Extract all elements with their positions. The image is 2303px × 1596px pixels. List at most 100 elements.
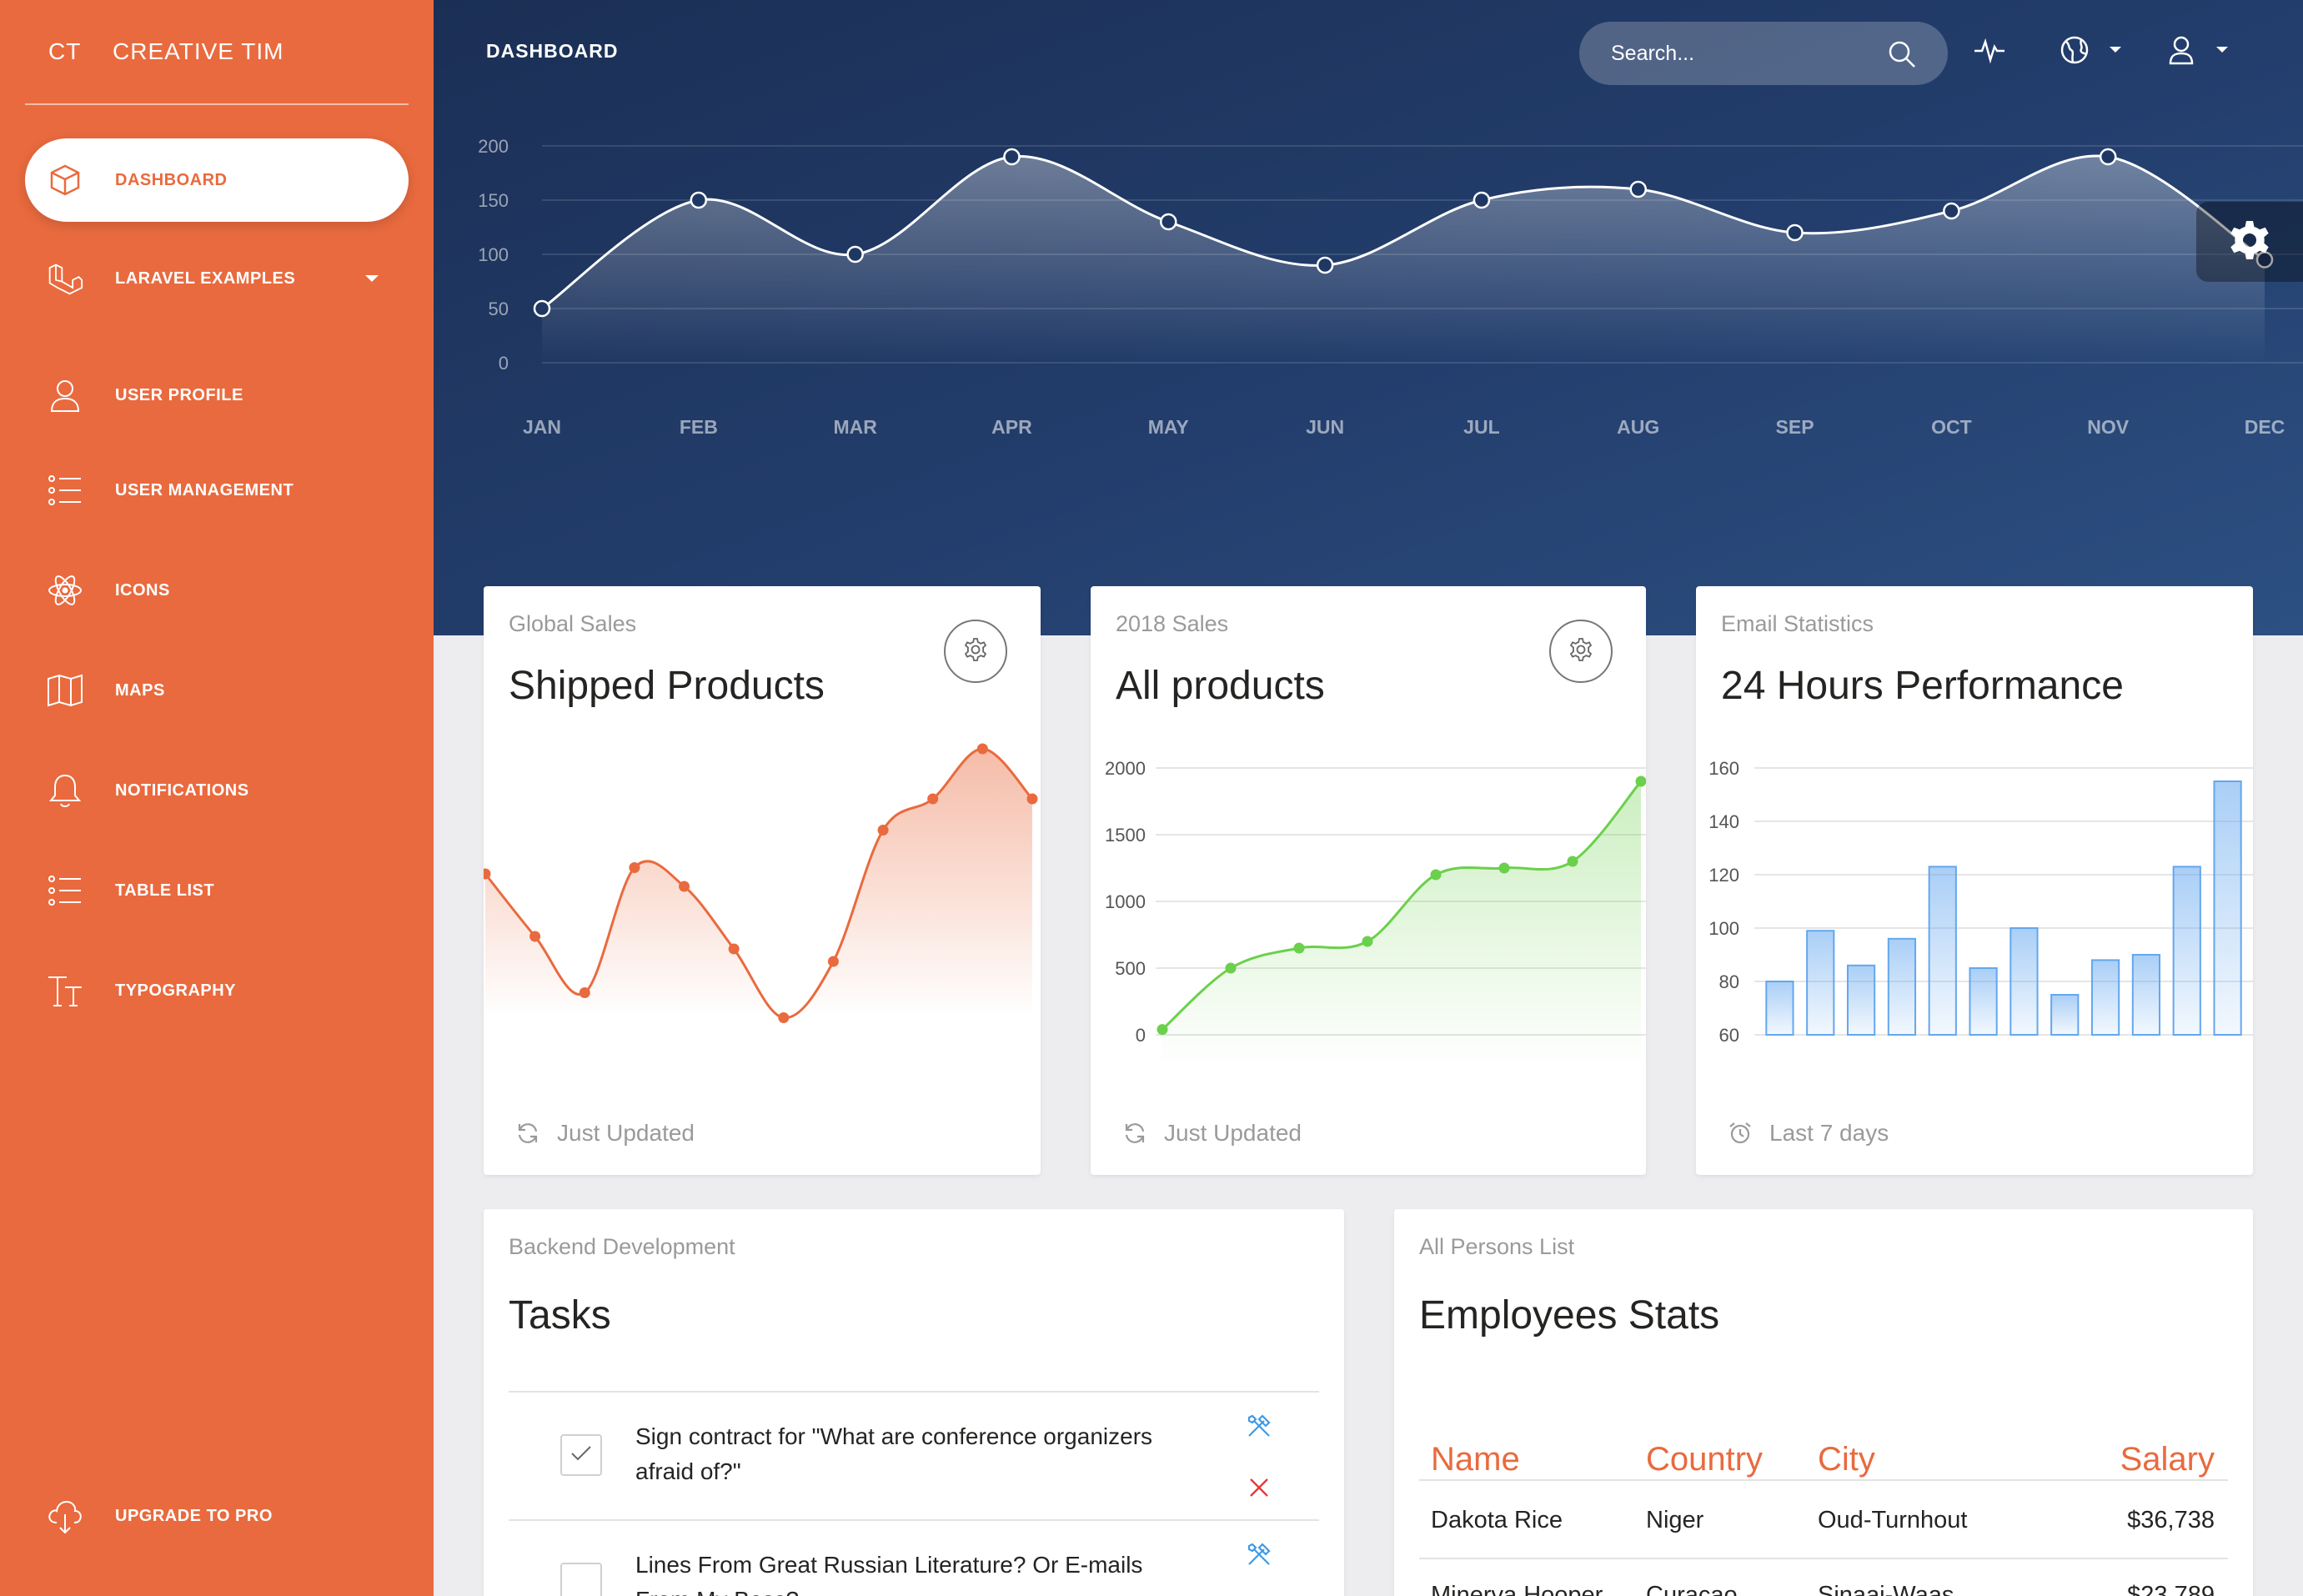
bar: [1765, 981, 1794, 1036]
card-title: All products: [1116, 664, 1325, 708]
sidebar-item-table-list[interactable]: TABLE LIST: [25, 849, 409, 932]
task-text: Sign contract for "What are conference o…: [635, 1423, 1153, 1484]
y-tick-label: 100: [1708, 918, 1739, 939]
globe-icon[interactable]: [2058, 33, 2091, 67]
sidebar-item-dashboard[interactable]: DASHBOARD: [25, 138, 409, 222]
user-icon: [47, 377, 83, 414]
chevron-down-icon[interactable]: [2216, 47, 2228, 53]
sidebar-item-label: DASHBOARD: [115, 170, 228, 189]
divider: [1419, 1479, 2228, 1481]
bar: [2009, 927, 2039, 1036]
card-settings-button[interactable]: [1549, 620, 1613, 683]
sidebar-item-label: TYPOGRAPHY: [115, 981, 237, 1000]
x-tick-label: SEP: [1776, 416, 1814, 438]
shipped-products-chart: [484, 743, 1038, 1023]
y-tick-label: 100: [478, 244, 509, 265]
divider: [1419, 1558, 2228, 1559]
data-point: [1225, 962, 1237, 974]
alarm-clock-icon: [1728, 1121, 1753, 1146]
divider: [509, 1519, 1319, 1521]
footer-text: Just Updated: [557, 1120, 695, 1146]
column-header[interactable]: Country: [1646, 1441, 1763, 1478]
data-point: [1362, 936, 1373, 947]
user-icon[interactable]: [2165, 33, 2198, 67]
data-point: [1567, 856, 1578, 867]
sidebar-item-notifications[interactable]: NOTIFICATIONS: [25, 749, 409, 832]
bell-icon: [47, 772, 83, 809]
x-tick-label: MAR: [833, 416, 877, 438]
y-tick-label: 60: [1719, 1025, 1739, 1046]
refresh-icon: [515, 1121, 540, 1146]
bar: [1846, 964, 1876, 1036]
edit-tools-icon[interactable]: [1244, 1411, 1274, 1441]
all-products-card: 2018 Sales All products 0 500 1000 1500 2000…: [1091, 586, 1646, 1175]
data-point: [1026, 793, 1038, 805]
area-fill: [485, 749, 1032, 1018]
sidebar-item-user-management[interactable]: USER MANAGEMENT: [25, 449, 409, 532]
y-tick-label: 0: [499, 353, 509, 374]
y-tick-label: 1500: [1105, 825, 1146, 846]
sidebar-item-icons[interactable]: ICONS: [25, 549, 409, 632]
brand-logo-mini[interactable]: CT: [48, 38, 81, 65]
search-input[interactable]: [1611, 38, 1878, 68]
area-fill: [1162, 781, 1641, 1068]
task-checkbox[interactable]: [560, 1434, 602, 1476]
table-cell: Dakota Rice: [1431, 1507, 1563, 1533]
card-settings-button[interactable]: [944, 620, 1007, 683]
bar: [2131, 954, 2161, 1036]
edit-tools-icon[interactable]: [1244, 1539, 1274, 1569]
task-checkbox[interactable]: [560, 1563, 602, 1596]
x-tick-label: DEC: [2245, 416, 2285, 438]
page-title[interactable]: DASHBOARD: [486, 40, 619, 63]
settings-toggle[interactable]: [2196, 202, 2303, 282]
column-header[interactable]: City: [1818, 1441, 1875, 1478]
y-tick-label: 80: [1719, 971, 1739, 992]
card-category: 2018 Sales: [1116, 611, 1229, 636]
data-point: [1943, 202, 1960, 220]
y-tick-label: 200: [478, 136, 509, 157]
close-icon[interactable]: [1244, 1473, 1274, 1503]
brand-name[interactable]: CREATIVE TIM: [113, 38, 283, 65]
data-point: [2099, 148, 2117, 166]
refresh-icon: [1122, 1121, 1147, 1146]
y-tick-label: 140: [1708, 811, 1739, 832]
data-point: [1316, 256, 1334, 274]
card-category: Backend Development: [509, 1234, 735, 1259]
employees-stats-card: All Persons List Employees Stats Name Co…: [1394, 1209, 2253, 1596]
y-tick-label: 1000: [1105, 891, 1146, 912]
activity-icon[interactable]: [1973, 33, 2006, 67]
gear-icon: [1568, 637, 1593, 666]
table-cell: $23,789: [2127, 1582, 2215, 1596]
upgrade-to-pro-button[interactable]: UPGRADE TO PRO: [25, 1474, 409, 1558]
data-point: [846, 245, 864, 263]
data-point: [690, 191, 708, 209]
data-point: [1157, 1024, 1168, 1036]
column-header[interactable]: Name: [1431, 1441, 1520, 1478]
sidebar-item-laravel-examples[interactable]: LARAVEL EXAMPLES: [25, 237, 409, 320]
data-point: [629, 862, 640, 873]
column-header[interactable]: Salary: [2120, 1441, 2215, 1478]
search-icon[interactable]: [1888, 40, 1916, 68]
y-tick-label: 0: [1136, 1025, 1146, 1046]
sidebar-item-typography[interactable]: TYPOGRAPHY: [25, 949, 409, 1032]
table-cell: Oud-Turnhout: [1818, 1507, 1968, 1533]
table-cell: Sinaai-Waas: [1818, 1582, 1954, 1596]
text-icon: [47, 972, 83, 1009]
sidebar-item-maps[interactable]: MAPS: [25, 649, 409, 732]
y-tick-label: 50: [489, 299, 509, 319]
search-bar: [1579, 22, 1948, 85]
card-title: 24 Hours Performance: [1721, 664, 2124, 708]
bar: [2090, 959, 2120, 1036]
email-statistics-chart: 60 80 100 120 140 160: [1708, 758, 2253, 1046]
card-footer: Last 7 days: [1728, 1120, 1889, 1147]
y-tick-label: 2000: [1105, 758, 1146, 779]
x-tick-label: APR: [991, 416, 1032, 438]
map-icon: [47, 672, 83, 709]
sidebar-item-user-profile[interactable]: USER PROFILE: [25, 354, 409, 437]
x-tick-label: JUN: [1306, 416, 1344, 438]
card-footer: Just Updated: [515, 1120, 695, 1147]
chevron-down-icon[interactable]: [2110, 47, 2121, 53]
data-point: [1430, 869, 1442, 881]
table-cell: Curaçao: [1646, 1582, 1738, 1596]
list-icon: [47, 872, 83, 909]
